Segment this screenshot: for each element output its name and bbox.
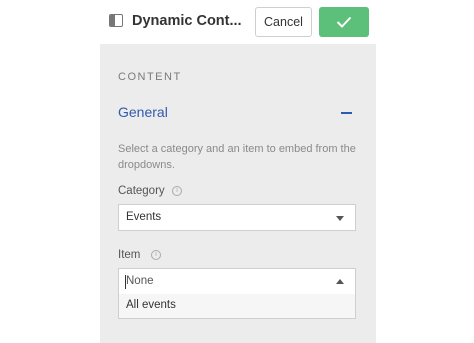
category-label: Category: [118, 185, 165, 197]
check-icon: [336, 16, 352, 28]
chevron-up-icon: [336, 279, 344, 284]
help-text: Select a category and an item to embed f…: [118, 143, 356, 171]
info-icon: i: [151, 250, 161, 260]
group-title-general[interactable]: General: [118, 104, 168, 120]
dropdown-option[interactable]: All events: [119, 294, 355, 318]
info-icon: i: [172, 186, 182, 196]
item-dropdown-menu: All events: [118, 294, 356, 319]
chevron-down-icon: [336, 216, 344, 221]
category-select-value: Events: [126, 211, 162, 223]
collapse-minus-icon[interactable]: [341, 112, 352, 114]
item-label: Item: [118, 249, 141, 261]
section-label: CONTENT: [118, 71, 182, 83]
item-select-placeholder: None: [126, 275, 154, 287]
save-button[interactable]: [319, 7, 369, 37]
category-select[interactable]: Events: [118, 204, 356, 231]
dropdown-option-label: All events: [126, 299, 176, 311]
sidebar-toggle-icon[interactable]: [109, 14, 123, 27]
panel-title: Dynamic Cont...: [132, 13, 242, 29]
panel-header: Dynamic Cont... Cancel: [100, 0, 376, 44]
cancel-button[interactable]: Cancel: [255, 7, 312, 37]
settings-panel: Dynamic Cont... Cancel CONTENT General S…: [100, 0, 376, 343]
item-select[interactable]: None: [118, 268, 356, 295]
